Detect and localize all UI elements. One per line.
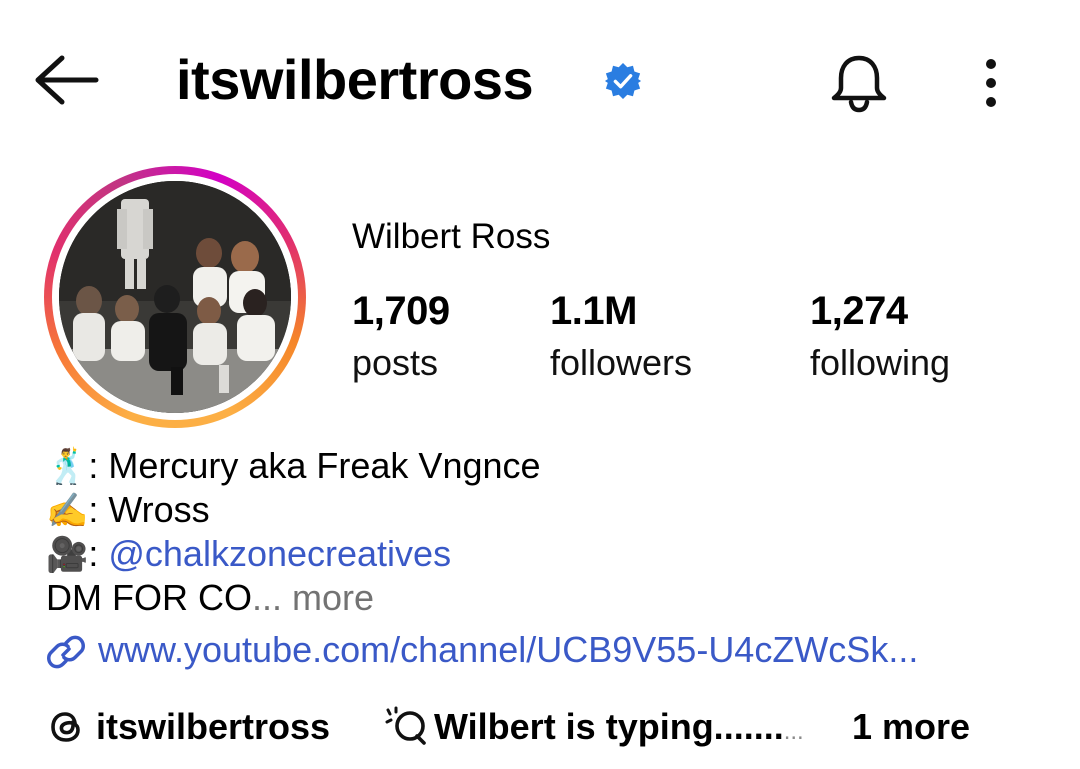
followers-label: followers bbox=[550, 342, 693, 383]
followers-stat[interactable]: 1.1M followers bbox=[550, 288, 692, 386]
posts-count: 1,709 bbox=[352, 289, 450, 333]
verified-badge-icon bbox=[604, 62, 642, 100]
avatar-photo-illustration bbox=[59, 181, 291, 413]
bio-line-4-text: DM FOR CO bbox=[46, 577, 252, 618]
note-chip[interactable]: Wilbert is typing.......... bbox=[384, 704, 804, 750]
bio-line-4: DM FOR CO... more bbox=[46, 576, 374, 620]
mention-link[interactable]: @chalkzonecreatives bbox=[108, 533, 451, 574]
bio-line-3: 🎥: @chalkzonecreatives bbox=[46, 532, 451, 577]
bio-more-button[interactable]: more bbox=[282, 577, 374, 618]
display-name: Wilbert Ross bbox=[352, 217, 551, 256]
more-links-button[interactable]: 1 more bbox=[852, 704, 970, 750]
followers-count: 1.1M bbox=[550, 289, 637, 333]
note-truncation: ... bbox=[783, 718, 804, 745]
following-label: following bbox=[810, 342, 951, 383]
threads-username: itswilbertross bbox=[96, 706, 331, 747]
speech-bubbles-icon bbox=[384, 706, 426, 746]
dancing-man-emoji: 🕺 bbox=[46, 447, 89, 487]
external-link[interactable]: www.youtube.com/channel/UCB9V55-U4cZWcSk… bbox=[46, 626, 918, 674]
writing-hand-emoji: ✍️ bbox=[46, 491, 89, 531]
bio-line-1: 🕺: Mercury aka Freak Vngnce bbox=[46, 444, 541, 489]
threads-profile-link[interactable]: itswilbertross bbox=[46, 704, 330, 750]
bio-line-1-text: : Mercury aka Freak Vngnce bbox=[88, 445, 541, 486]
note-text: Wilbert is typing....... bbox=[434, 706, 784, 747]
posts-stat[interactable]: 1,709 posts bbox=[352, 288, 450, 386]
posts-label: posts bbox=[352, 342, 439, 383]
notifications-button[interactable] bbox=[826, 52, 892, 114]
vertical-dots-icon bbox=[986, 59, 996, 107]
link-icon bbox=[46, 632, 86, 672]
bio-line-2-text: : Wross bbox=[88, 489, 210, 530]
external-link-text: www.youtube.com/channel/UCB9V55-U4cZWcSk… bbox=[98, 629, 919, 670]
avatar[interactable] bbox=[59, 181, 291, 413]
profile-username: itswilbertross bbox=[176, 48, 534, 111]
following-stat[interactable]: 1,274 following bbox=[810, 288, 950, 386]
movie-camera-emoji: 🎥 bbox=[46, 535, 89, 575]
back-button[interactable] bbox=[30, 52, 102, 108]
more-options-button[interactable] bbox=[968, 52, 1014, 114]
arrow-left-icon bbox=[35, 55, 99, 105]
bio-line-2: ✍️: Wross bbox=[46, 488, 210, 533]
threads-icon bbox=[46, 706, 86, 746]
bio-ellipsis: ... bbox=[251, 577, 282, 618]
following-count: 1,274 bbox=[810, 289, 908, 333]
bell-icon bbox=[831, 55, 887, 113]
bio-line-3-separator: : bbox=[88, 533, 109, 574]
